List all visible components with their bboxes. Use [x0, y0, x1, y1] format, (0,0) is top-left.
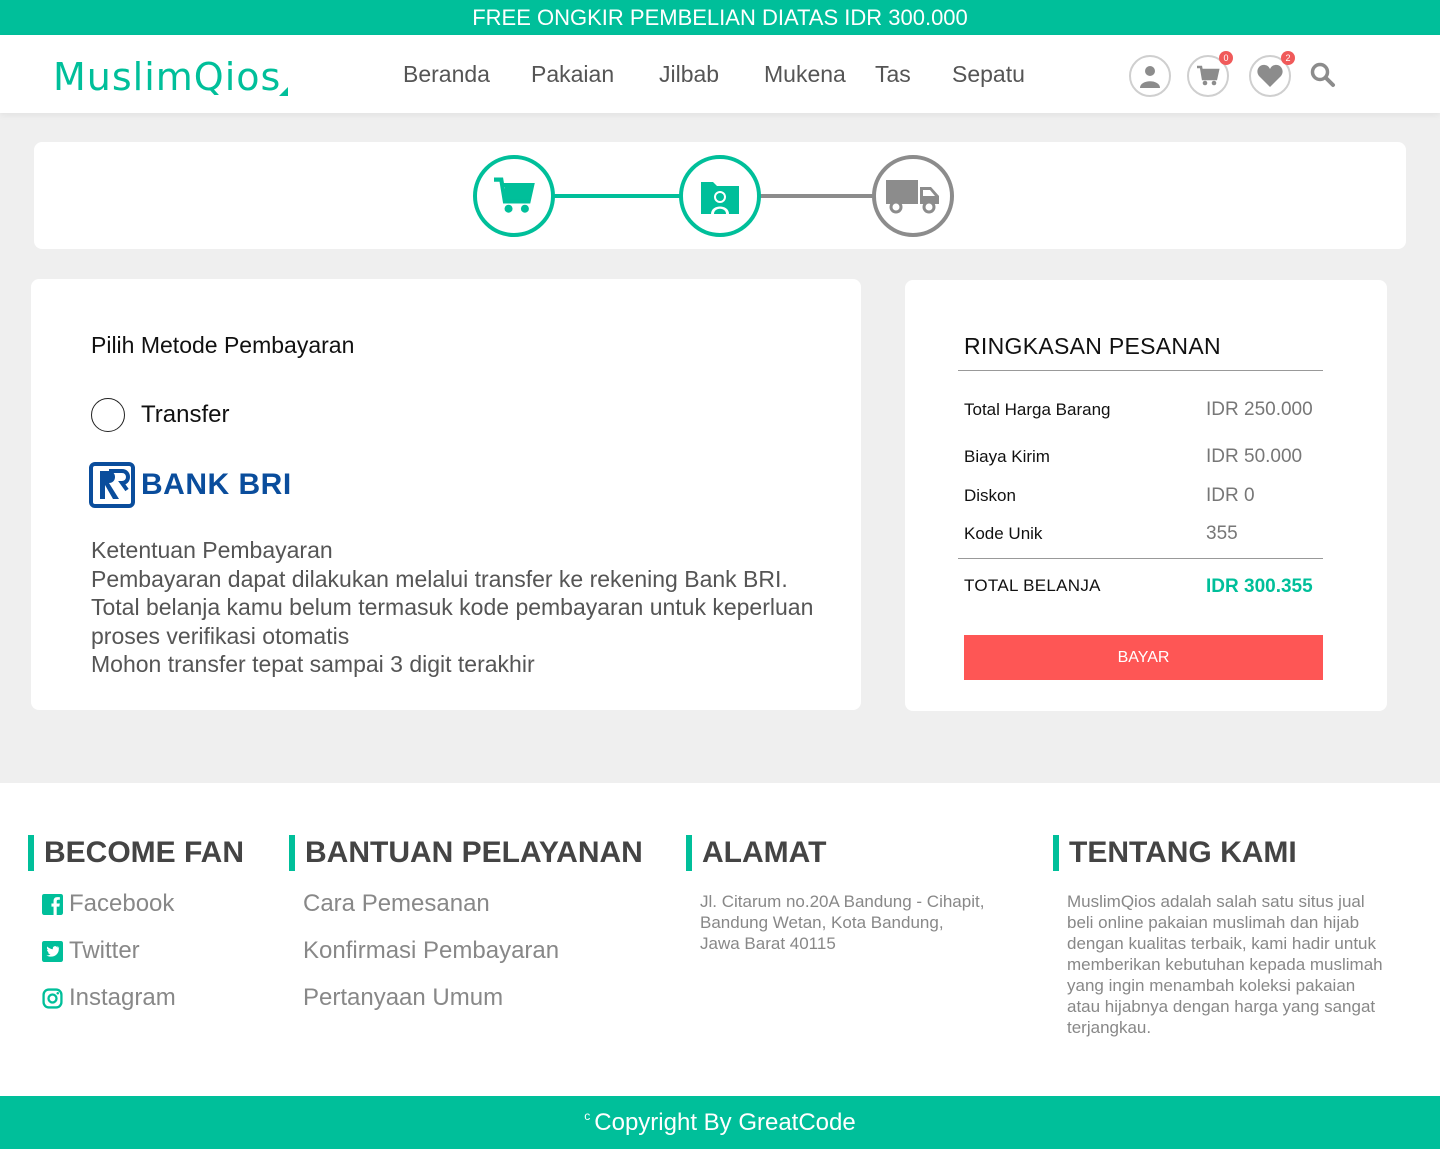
logo-accent	[279, 87, 288, 96]
footer-link-payment-confirmation[interactable]: Konfirmasi Pembayaran	[303, 937, 559, 965]
about-line: dengan kualitas terbaik, kami hadir untu…	[1067, 934, 1377, 953]
payment-title: Pilih Metode Pembayaran	[91, 332, 355, 358]
facebook-icon	[42, 893, 63, 915]
pay-button[interactable]: BAYAR	[964, 635, 1323, 680]
total-value: IDR 300.355	[1206, 576, 1313, 597]
heart-icon	[1257, 64, 1283, 87]
payment-method-card: Pilih Metode Pembayaran Transfer BANK BR…	[31, 279, 861, 710]
wishlist-count-badge: 2	[1281, 51, 1295, 65]
site-logo[interactable]: MuslimQios	[53, 55, 281, 99]
terms-line: Mohon transfer tepat sampai 3 digit tera…	[91, 651, 535, 677]
summary-value-subtotal: IDR 250.000	[1206, 399, 1313, 420]
footer-link-twitter[interactable]: Twitter	[42, 937, 140, 965]
nav-item-mukena[interactable]: Mukena	[764, 61, 846, 88]
step-shipping	[872, 155, 954, 237]
footer-link-label: Instagram	[69, 984, 176, 1011]
terms-line: Pembayaran dapat dilakukan melalui trans…	[91, 565, 788, 592]
site-footer: BECOME FAN Facebook Twitter Instagram BA…	[0, 783, 1440, 1096]
step-connector-done	[552, 194, 682, 198]
step-cart	[473, 155, 555, 237]
truck-icon	[886, 180, 939, 214]
order-summary-card: RINGKASAN PESANAN Total Harga Barang IDR…	[905, 280, 1387, 711]
about-line: MuslimQios adalah salah satu situs jual	[1067, 892, 1365, 911]
footer-link-instagram[interactable]: Instagram	[42, 984, 176, 1012]
bank-bri-logo: BANK BRI	[89, 462, 292, 508]
payment-terms: Ketentuan Pembayaran Pembayaran dapat di…	[91, 536, 831, 679]
search-icon	[1310, 62, 1335, 87]
twitter-icon	[42, 940, 63, 962]
nav-item-beranda[interactable]: Beranda	[403, 61, 490, 88]
cart-icon	[494, 177, 535, 213]
footer-link-how-to-order[interactable]: Cara Pemesanan	[303, 890, 490, 918]
about-line: memberikan kebutuhan kepada muslimah	[1067, 955, 1383, 974]
summary-divider	[958, 558, 1323, 559]
terms-heading: Ketentuan Pembayaran	[91, 537, 333, 563]
footer-address: Jl. Citarum no.20A Bandung - Cihapit, Ba…	[700, 891, 984, 954]
account-button[interactable]	[1129, 55, 1171, 97]
cart-icon	[1197, 65, 1220, 86]
nav-item-pakaian[interactable]: Pakaian	[531, 61, 614, 88]
nav-item-tas[interactable]: Tas	[875, 61, 911, 88]
search-button[interactable]	[1310, 62, 1336, 93]
footer-heading-about: TENTANG KAMI	[1053, 835, 1297, 871]
copyright-bar: c Copyright By GreatCode	[0, 1096, 1440, 1149]
footer-link-label: Facebook	[69, 890, 175, 917]
instagram-icon	[42, 987, 63, 1009]
summary-label-shipping: Biaya Kirim	[964, 447, 1050, 466]
promo-banner: FREE ONGKIR PEMBELIAN DIATAS IDR 300.000	[0, 0, 1440, 35]
copyright-icon: c	[584, 1109, 591, 1123]
footer-heading-fan: BECOME FAN	[28, 835, 244, 871]
cart-button[interactable]: 0	[1187, 51, 1233, 97]
summary-label-discount: Diskon	[964, 486, 1016, 505]
about-line: beli online pakaian muslimah dan hijab	[1067, 913, 1360, 932]
summary-value-unique-code: 355	[1206, 523, 1238, 544]
summary-value-shipping: IDR 50.000	[1206, 446, 1303, 467]
step-connector-pending	[758, 194, 878, 198]
bank-name: BANK BRI	[141, 468, 292, 501]
footer-link-facebook[interactable]: Facebook	[42, 890, 174, 918]
cart-count-badge: 0	[1219, 51, 1233, 65]
footer-about: MuslimQios adalah salah satu situs jual …	[1067, 891, 1427, 1038]
footer-heading-address: ALAMAT	[686, 835, 826, 871]
address-line: Jl. Citarum no.20A Bandung - Cihapit,	[700, 892, 985, 911]
about-line: yang ingin menambah koleksi pakaian	[1067, 976, 1356, 995]
address-line: Bandung Wetan, Kota Bandung,	[700, 913, 944, 932]
wishlist-button[interactable]: 2	[1249, 51, 1295, 97]
nav-item-jilbab[interactable]: Jilbab	[659, 61, 719, 88]
about-line: terjangkau.	[1067, 1018, 1152, 1037]
summary-label-subtotal: Total Harga Barang	[964, 400, 1111, 419]
summary-label-unique-code: Kode Unik	[964, 524, 1043, 543]
copyright-text: Copyright By GreatCode	[594, 1109, 856, 1136]
footer-heading-service: BANTUAN PELAYANAN	[289, 835, 643, 871]
site-header: MuslimQios Beranda Pakaian Jilbab Mukena…	[0, 35, 1440, 113]
summary-title: RINGKASAN PESANAN	[964, 333, 1221, 359]
summary-value-discount: IDR 0	[1206, 485, 1255, 506]
about-line: atau hijabnya dengan harga yang sangat	[1067, 997, 1376, 1016]
terms-line: Total belanja kamu belum termasuk kode p…	[91, 594, 814, 649]
nav-item-sepatu[interactable]: Sepatu	[952, 61, 1025, 88]
total-label: TOTAL BELANJA	[964, 576, 1101, 595]
summary-divider	[958, 370, 1323, 371]
bri-mark-icon	[89, 462, 135, 508]
transfer-label[interactable]: Transfer	[141, 401, 229, 429]
footer-link-faq[interactable]: Pertanyaan Umum	[303, 984, 503, 1012]
transfer-radio[interactable]	[91, 398, 125, 432]
payment-folder-icon	[701, 182, 739, 214]
address-line: Jawa Barat 40115	[700, 934, 836, 953]
footer-link-label: Twitter	[69, 937, 140, 964]
step-payment	[679, 155, 761, 237]
user-icon	[1140, 66, 1160, 88]
checkout-steps	[34, 142, 1406, 249]
